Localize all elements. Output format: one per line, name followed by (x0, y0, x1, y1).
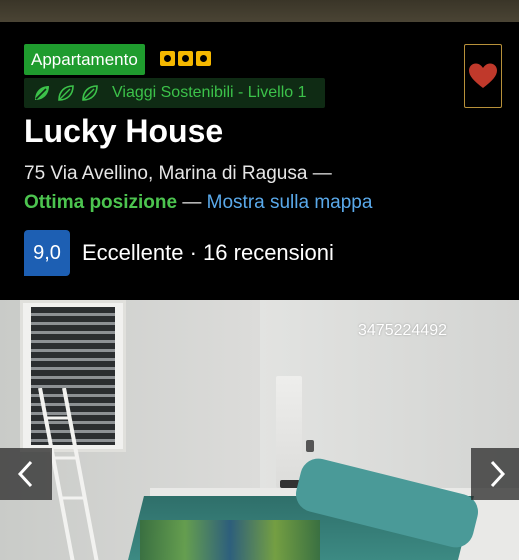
sustainability-label: Viaggi Sostenibili - Livello 1 (112, 84, 307, 101)
phone-number-overlay: 3475224492 (358, 322, 447, 339)
gallery-next-button[interactable] (471, 448, 519, 500)
review-summary[interactable]: Eccellente · 16 recensioni (82, 240, 334, 266)
photo-socket (306, 440, 314, 452)
leaf-outline-icon (82, 85, 98, 101)
star-icon (196, 51, 211, 66)
review-score-badge[interactable]: 9,0 (24, 230, 70, 276)
star-icon (178, 51, 193, 66)
sustainability-badge[interactable]: Viaggi Sostenibili - Livello 1 (24, 78, 325, 108)
property-type-badge: Appartamento (24, 44, 145, 75)
location-line: Ottima posizione — Mostra sulla mappa (24, 192, 372, 214)
star-icon (160, 51, 175, 66)
favorite-button[interactable] (464, 44, 502, 108)
property-title: Lucky House (24, 113, 224, 149)
star-rating (160, 51, 211, 68)
show-map-link[interactable]: Mostra sulla mappa (207, 192, 373, 213)
leaf-outline-icon (58, 85, 74, 101)
top-photo-strip (0, 0, 519, 22)
chevron-left-icon (17, 460, 33, 488)
location-separator: — (177, 192, 207, 213)
property-address: 75 Via Avellino, Marina di Ragusa — (24, 163, 332, 184)
photo-lamp (276, 376, 302, 488)
chevron-right-icon (490, 460, 506, 488)
photo-gallery[interactable]: 3475224492 (0, 300, 519, 560)
gallery-prev-button[interactable] (0, 448, 52, 500)
leaf-filled-icon (35, 86, 49, 100)
photo-duvet (140, 520, 320, 560)
location-quality: Ottima posizione (24, 192, 178, 213)
heart-icon (469, 63, 497, 88)
